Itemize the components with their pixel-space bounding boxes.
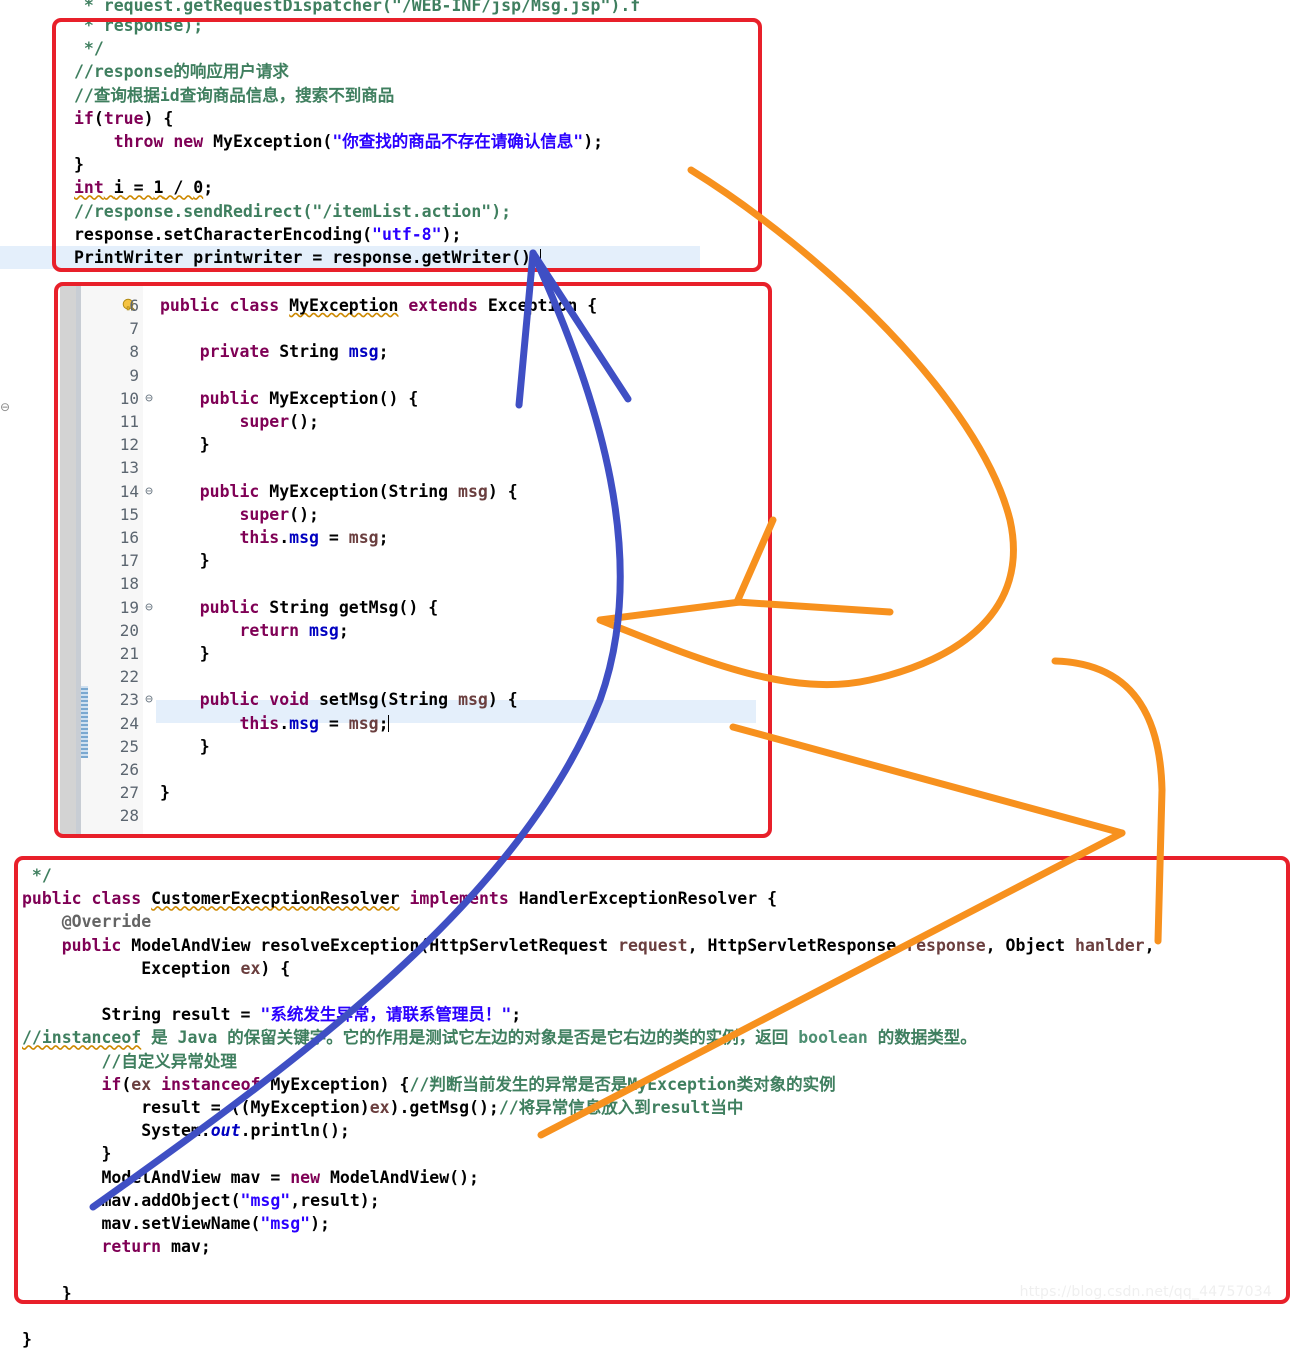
code-line-highlighted: this.msg = msg; — [239, 713, 389, 733]
code-line: public MyException() { — [199, 388, 419, 408]
code-line: super(); — [239, 412, 319, 432]
code-line: //response的响应用户请求 — [74, 62, 289, 82]
text-caret — [539, 249, 541, 267]
code-lines-top[interactable]: * response); */ //response的响应用户请求 //查询根据… — [74, 14, 603, 269]
code-lines-middle[interactable]: public class MyException extends Excepti… — [160, 294, 597, 828]
code-line: return msg; — [239, 620, 349, 640]
code-line: mav.setViewName("msg"); — [22, 1214, 330, 1234]
code-line: //自定义异常处理 — [22, 1051, 237, 1071]
code-line: mav.addObject("msg",result); — [22, 1190, 380, 1210]
code-line: private String msg; — [199, 342, 389, 362]
code-line: //查询根据id查询商品信息，搜索不到商品 — [74, 85, 395, 105]
code-line: } — [160, 783, 170, 803]
code-line: System.out.println(); — [22, 1121, 350, 1141]
code-line: } — [22, 1283, 72, 1303]
code-line: } — [160, 551, 210, 571]
code-line: */ — [22, 866, 52, 885]
code-line: * response); — [74, 16, 204, 35]
code-fold-markers[interactable]: ⊖ ⊖ ⊖ ⊖ — [142, 294, 156, 828]
text-caret — [387, 714, 389, 732]
code-line: Exception ex) { — [22, 958, 291, 978]
code-line: super(); — [239, 504, 319, 524]
code-line: String result = "系统发生异常，请联系管理员！"; — [22, 1005, 522, 1025]
editor-pane-resolver[interactable]: */ public class CustomerExecptionResolve… — [14, 856, 1290, 1349]
csdn-watermark: https://blog.csdn.net/qq_44757034 — [1019, 1284, 1272, 1300]
code-line: ModelAndView mav = new ModelAndView(); — [22, 1167, 479, 1187]
code-line-highlighted: PrintWriter printwriter = response.getWr… — [74, 248, 541, 268]
line-numbers: 6 7 8 9 10 11 12 13 14 15 16 17 18 19 20… — [119, 296, 139, 826]
screenshot-canvas: * request.getRequestDispatcher("/WEB-INF… — [0, 0, 1290, 1349]
code-line: } — [160, 644, 210, 664]
code-line: if(true) { — [74, 108, 174, 128]
code-line: result = ((MyException)ex).getMsg();//将异… — [22, 1098, 744, 1118]
code-line: public ModelAndView resolveException(Htt… — [61, 935, 1155, 955]
code-line: } — [22, 1330, 32, 1350]
code-line: this.msg = msg; — [239, 528, 389, 548]
editor-pane-myexception[interactable]: 6 7 8 9 10 11 12 13 14 15 16 17 18 19 20… — [60, 282, 772, 838]
editor-left-ruler — [60, 282, 76, 838]
code-line: throw new MyException("你查找的商品不存在请确认信息"); — [113, 132, 604, 152]
code-line: public class CustomerExecptionResolver i… — [22, 889, 778, 909]
code-lines-bottom[interactable]: */ public class CustomerExecptionResolve… — [22, 864, 1155, 1351]
code-line: int i = 1 / 0; — [74, 178, 214, 198]
code-line: response.setCharacterEncoding("utf-8"); — [74, 224, 462, 244]
fold-stray-glyph: ⊖ — [0, 400, 11, 414]
code-line: if(ex instanceof MyException) {//判断当前发生的… — [101, 1074, 836, 1094]
code-line: @Override — [61, 912, 152, 932]
code-line: public class MyException extends Excepti… — [160, 296, 598, 315]
code-line: public String getMsg() { — [199, 597, 439, 617]
code-line: //response.sendRedirect("/itemList.actio… — [74, 201, 512, 221]
code-line: } — [22, 1144, 112, 1164]
code-line: } — [160, 736, 210, 756]
code-line: return mav; — [101, 1237, 211, 1257]
code-line: //instanceof 是 Java 的保留关键字。它的作用是测试它左边的对象… — [22, 1028, 977, 1048]
editor-pane-controller[interactable]: * request.getRequestDispatcher("/WEB-INF… — [0, 0, 760, 272]
code-line: } — [74, 155, 84, 175]
code-line: public MyException(String msg) { — [199, 481, 518, 501]
code-line: } — [160, 435, 210, 455]
code-line: */ — [74, 39, 104, 59]
code-line: public void setMsg(String msg) { — [199, 690, 518, 710]
